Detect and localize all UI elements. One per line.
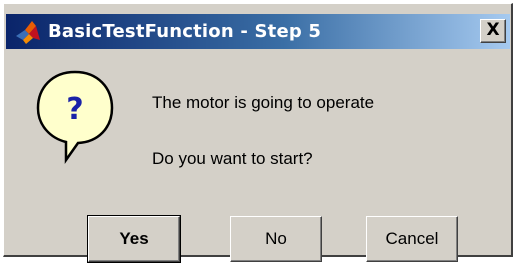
message-line-2: Do you want to start? xyxy=(152,149,313,168)
dialog-window: BasicTestFunction - Step 5 X ? The motor… xyxy=(3,3,513,263)
title-bar[interactable]: BasicTestFunction - Step 5 X xyxy=(6,14,510,49)
cancel-button[interactable]: Cancel xyxy=(366,216,458,262)
no-button[interactable]: No xyxy=(230,216,322,262)
close-button[interactable]: X xyxy=(480,19,506,43)
message-line-1: The motor is going to operate xyxy=(152,93,375,112)
window-title: BasicTestFunction - Step 5 xyxy=(48,21,322,42)
yes-button[interactable]: Yes xyxy=(87,215,181,263)
matlab-logo-icon xyxy=(16,21,40,44)
question-mark: ? xyxy=(66,92,83,127)
question-icon: ? xyxy=(36,70,114,164)
